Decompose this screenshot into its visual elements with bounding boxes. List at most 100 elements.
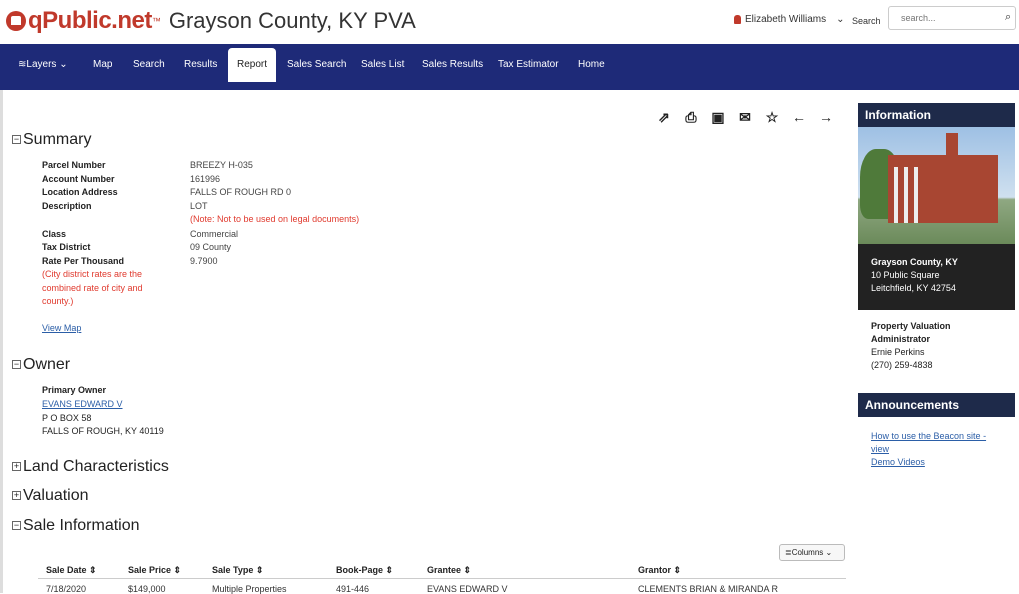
top-header: qPublic.net ™ Grayson County, KY PVA Eli… [0,0,1019,44]
col-sale-date[interactable]: Sale Date ⇕ [46,565,97,576]
office-city: Leitchfield, KY 42754 [871,283,956,293]
primary-owner-label: Primary Owner [42,385,107,395]
image-icon[interactable]: ▣ [710,109,726,125]
nav-map[interactable]: Map [93,59,112,70]
search-label: Search [852,16,881,26]
rate-note-3: county.) [42,296,74,306]
nav-sales-search[interactable]: Sales Search [287,59,346,70]
column-shape [904,167,908,223]
nav-sales-results[interactable]: Sales Results [422,59,483,70]
valuation-header[interactable]: + Valuation [12,487,89,505]
owner-name-link[interactable]: EVANS EDWARD V [42,399,123,409]
value-description: LOT [190,201,208,211]
information-title: Information [858,103,1015,127]
announcements-title: Announcements [858,393,1015,417]
trademark: ™ [151,16,161,26]
sale-information-header[interactable]: − Sale Information [12,517,140,535]
user-icon [734,15,741,24]
left-border [0,90,3,593]
value-class: Commercial [190,229,239,239]
house-icon [6,11,26,31]
pva-name: Ernie Perkins [871,347,925,357]
label-class: Class [42,229,67,239]
nav-sales-list[interactable]: Sales List [361,59,404,70]
search-icon[interactable]: ⌕ [1005,11,1011,24]
description-note: (Note: Not to be used on legal documents… [190,214,360,224]
col-sale-type[interactable]: Sale Type ⇕ [212,565,263,576]
nav-results[interactable]: Results [184,59,217,70]
sort-icon: ⇕ [463,565,472,575]
collapse-icon: − [12,134,21,145]
nav-home[interactable]: Home [578,59,605,70]
user-menu[interactable]: Elizabeth Williams ⌄ [734,14,845,25]
info-sidebar: Information Grayson County, KY 10 Public… [858,103,1015,482]
column-shape [894,167,898,223]
office-street: 10 Public Square [871,270,940,280]
label-location-address: Location Address [42,187,118,197]
nav-layers[interactable]: ≋Layers ⌄ [18,59,68,70]
office-address: Grayson County, KY 10 Public Square Leit… [858,244,1015,310]
arrow-right-icon[interactable]: → [818,109,834,125]
collapse-icon: − [12,359,21,370]
view-map-link[interactable]: View Map [42,323,81,333]
announcement-link[interactable]: How to use the Beacon site - view Demo Vi… [871,431,986,467]
value-account-number: 161996 [190,174,221,184]
user-name: Elizabeth Williams [745,14,827,25]
summary-header[interactable]: − Summary [12,131,91,149]
label-rate-per-thousand: Rate Per Thousand [42,256,125,266]
arrow-left-icon[interactable]: ← [791,109,807,125]
nav-report[interactable]: Report [228,48,277,82]
value-parcel-number: BREEZY H-035 [190,160,253,170]
sort-icon: ⇕ [255,565,264,575]
office-county: Grayson County, KY [871,257,958,267]
nav-tax-estimator[interactable]: Tax Estimator [498,59,559,70]
expand-icon: + [12,461,21,472]
col-grantor[interactable]: Grantor ⇕ [638,565,681,576]
column-shape [914,167,918,223]
chevron-down-icon: ⌄ [836,14,845,25]
brand-name: qPublic.net [28,7,152,34]
qpublic-logo[interactable]: qPublic.net ™ Grayson County, KY PVA [6,6,416,36]
star-icon[interactable]: ☆ [764,109,780,125]
list-icon: ≣ [785,548,792,557]
chevron-down-icon: ⌄ [59,59,68,70]
table-divider [38,578,846,579]
expand-icon: + [12,490,21,501]
page-title: Grayson County, KY PVA [168,8,416,33]
rate-note-1: (City district rates are the [42,269,143,279]
label-parcel-number: Parcel Number [42,160,106,170]
pva-phone: (270) 259-4838 [871,360,933,370]
owner-header[interactable]: − Owner [12,356,70,374]
sort-icon: ⇕ [385,565,394,575]
sort-icon: ⇕ [89,565,97,575]
pva-info: Property Valuation Administrator Ernie P… [858,310,1015,382]
announcements-body: How to use the Beacon site - view Demo Vi… [858,417,1015,482]
rate-note-2: combined rate of city and [42,283,143,293]
report-toolbar: ⇗ ⎙ ▣ ✉ ☆ ← → [656,109,834,125]
columns-button[interactable]: ≣Columns ⌄ [779,544,845,561]
chevron-down-icon: ⌄ [825,548,833,557]
print-icon[interactable]: ⎙ [683,109,699,125]
col-grantee[interactable]: Grantee ⇕ [427,565,471,576]
nav-search[interactable]: Search [133,59,165,70]
pva-title-2: Administrator [871,334,931,344]
share-icon[interactable]: ⇗ [656,109,672,125]
value-tax-district: 09 County [190,242,232,252]
pva-title-1: Property Valuation [871,321,951,331]
label-tax-district: Tax District [42,242,91,252]
sort-icon: ⇕ [173,565,182,575]
owner-address-line1: P O BOX 58 [42,413,92,423]
collapse-icon: − [12,520,21,531]
email-icon[interactable]: ✉ [737,109,753,125]
search-input[interactable] [888,6,1016,30]
label-description: Description [42,201,92,211]
value-location-address: FALLS OF ROUGH RD 0 [190,187,292,197]
label-account-number: Account Number [42,174,115,184]
land-characteristics-header[interactable]: + Land Characteristics [12,458,169,476]
col-sale-price[interactable]: Sale Price ⇕ [128,565,181,576]
owner-address-line2: FALLS OF ROUGH, KY 40119 [42,426,164,436]
sort-icon: ⇕ [673,565,682,575]
main-nav: ≋Layers ⌄ Map Search Results Report Sale… [0,44,1019,90]
col-book-page[interactable]: Book-Page ⇕ [336,565,393,576]
courthouse-photo [858,127,1015,244]
